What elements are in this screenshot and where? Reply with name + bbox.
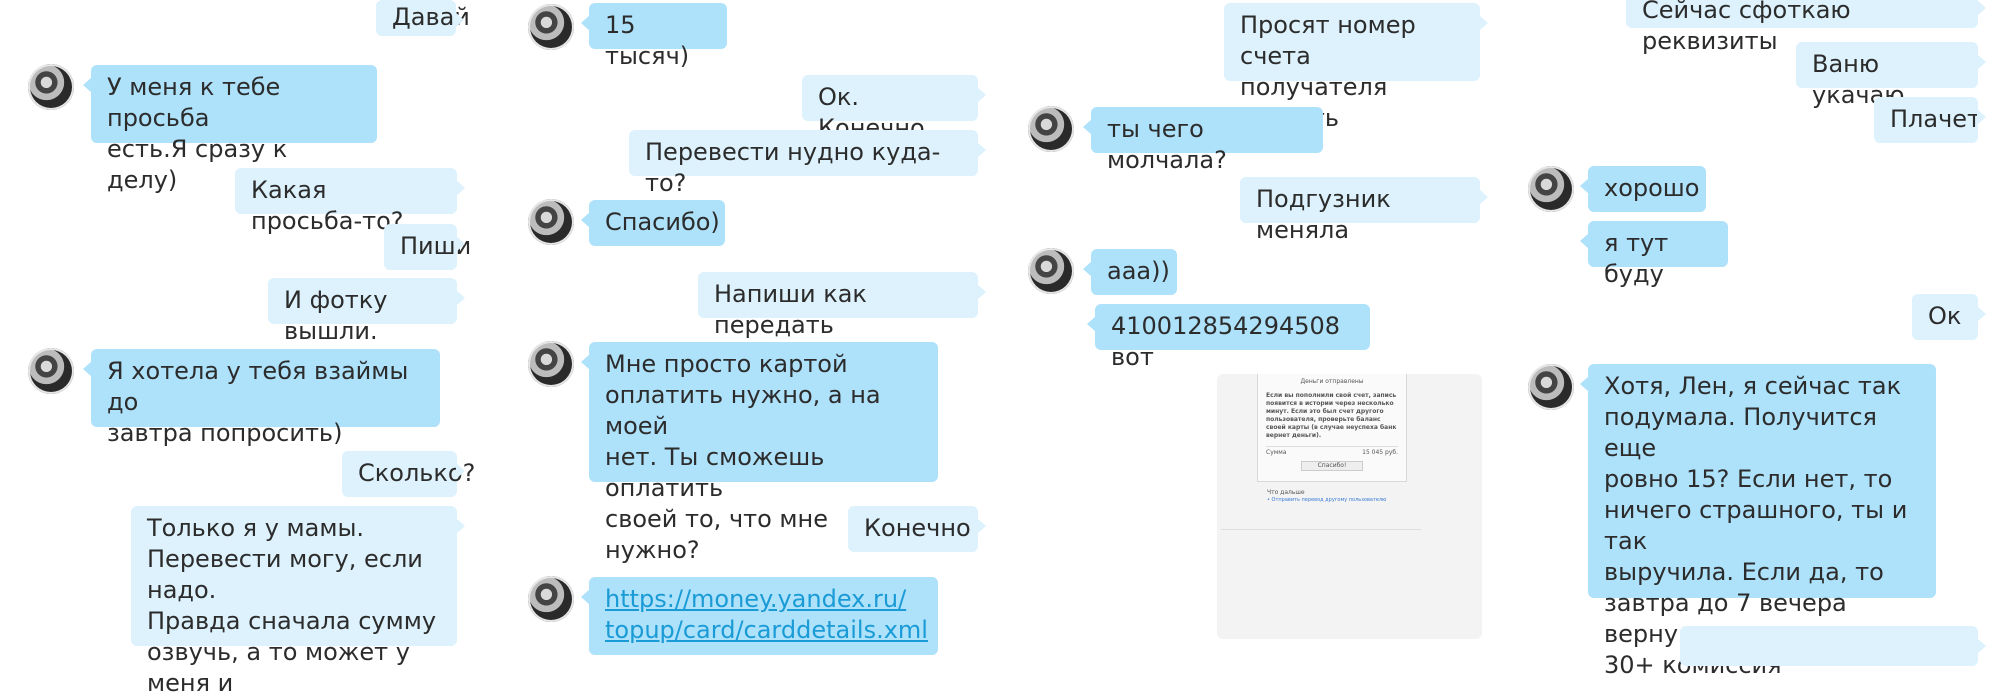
contact-avatar[interactable]: [1528, 166, 1574, 212]
message-incoming: хорошо: [1580, 166, 1706, 212]
message-outgoing: Просят номер счета получателя указать: [1224, 3, 1488, 132]
message-incoming: Хотя, Лен, я сейчас так подумала. Получи…: [1580, 364, 1936, 679]
message-outgoing: И фотку вышли.: [268, 278, 465, 345]
next-steps-link: • Отправить перевод другому пользователю: [1267, 497, 1387, 503]
contact-avatar[interactable]: [528, 199, 574, 245]
message-outgoing: Только я у мамы. Перевести могу, если на…: [131, 506, 465, 697]
message-outgoing: Ок: [1912, 294, 1986, 340]
chat-column-2: 15 тысяч) Ок. Конечно Перевести нудно ку…: [500, 0, 1000, 655]
next-steps-title: Что дальше: [1267, 489, 1305, 496]
sum-label: Сумма: [1266, 449, 1287, 456]
contact-avatar[interactable]: [1028, 248, 1074, 294]
contact-avatar[interactable]: [528, 4, 574, 50]
contact-avatar[interactable]: [28, 64, 74, 110]
message-outgoing: Сейчас сфоткаю реквизиты: [1626, 0, 1986, 55]
payment-link[interactable]: https://money.yandex.ru/ topup/card/card…: [581, 577, 938, 655]
contact-avatar[interactable]: [28, 348, 74, 394]
thanks-button: Спасибо!: [1301, 461, 1363, 471]
contact-avatar[interactable]: [1028, 106, 1074, 152]
message-outgoing: Напиши как передать: [698, 272, 986, 339]
message-incoming: Мне просто картой оплатить нужно, а на м…: [581, 342, 938, 564]
message-outgoing: Перевести нудно куда-то?: [629, 130, 986, 197]
message-outgoing: Пиши: [384, 224, 471, 270]
message-incoming: aaa)): [1083, 249, 1177, 295]
contact-avatar[interactable]: [528, 341, 574, 387]
chat-column-3: Просят номер счета получателя указать ты…: [1000, 0, 1500, 641]
contact-avatar[interactable]: [528, 576, 574, 622]
message-outgoing: Давай: [376, 0, 470, 36]
message-outgoing: Какая просьба-то?: [235, 168, 465, 235]
message-incoming: 410012854294508 вот: [1087, 304, 1370, 371]
sum-row: Сумма 15 045 руб.: [1266, 446, 1398, 457]
message-outgoing: [1680, 626, 1986, 666]
message-incoming: Спасибо): [581, 200, 725, 246]
message-incoming: 15 тысяч): [581, 3, 727, 70]
message-outgoing: Плачет: [1874, 97, 1986, 143]
message-incoming: ты чего молчала?: [1083, 107, 1323, 174]
payment-screenshot[interactable]: Деньги отправлены Если вы пополнили свой…: [1217, 374, 1482, 639]
payment-confirmation-card: Деньги отправлены Если вы пополнили свой…: [1257, 374, 1407, 482]
message-outgoing: Ок. Конечно: [802, 75, 986, 142]
message-outgoing: Конечно: [848, 506, 986, 552]
message-outgoing: Подгузник меняла: [1240, 177, 1488, 244]
sum-value: 15 045 руб.: [1362, 449, 1398, 456]
message-outgoing: Сколько?: [342, 451, 475, 497]
contact-avatar[interactable]: [1528, 364, 1574, 410]
message-incoming: Я хотела у тебя взаймы до завтра попроси…: [83, 349, 440, 447]
card-body: Если вы пополнили свой счет, запись появ…: [1266, 392, 1397, 439]
message-outgoing: Ваню укачаю: [1796, 42, 1986, 109]
message-incoming: У меня к тебе просьба есть.Я сразу к дел…: [83, 65, 377, 194]
screenshot-footer: [1221, 529, 1421, 550]
message-incoming: я тут буду: [1580, 221, 1728, 288]
chat-column-4: Сейчас сфоткаю реквизиты Ваню укачаю Пла…: [1500, 0, 2000, 679]
card-title: Деньги отправлены: [1300, 378, 1364, 385]
chat-column-1: Давай У меня к тебе просьба есть.Я сразу…: [0, 0, 500, 697]
